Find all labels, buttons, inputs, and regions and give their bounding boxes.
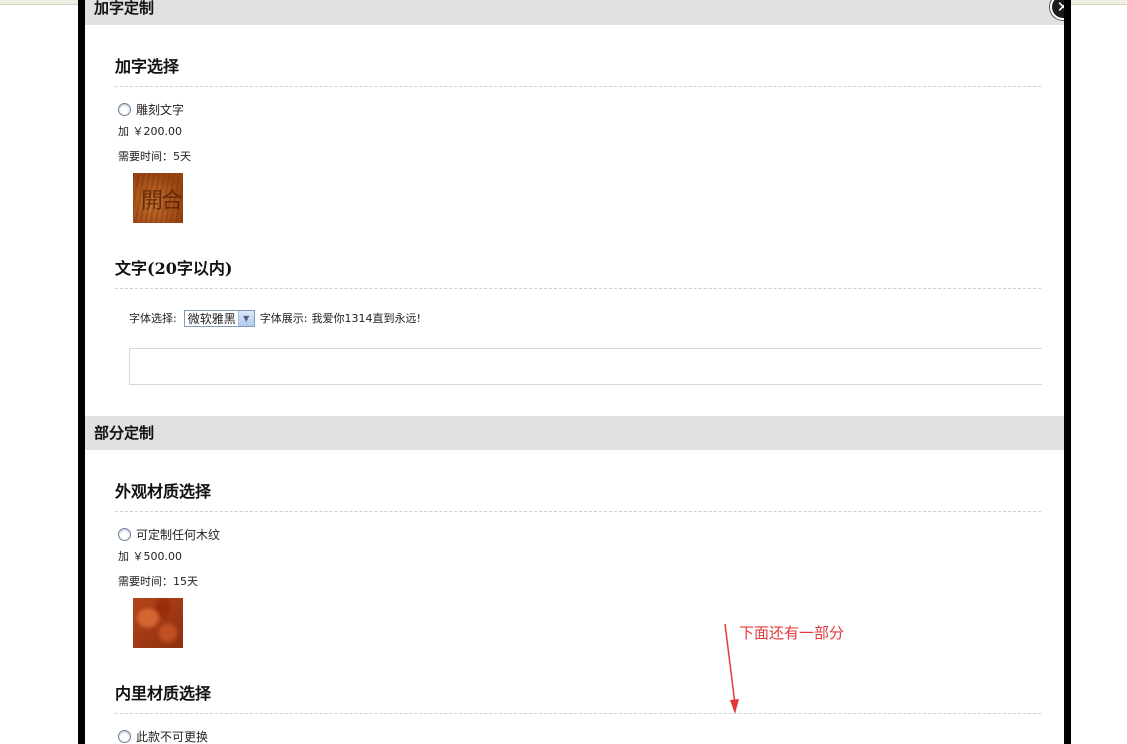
font-row: 字体选择: 微软雅黑 ▼ 字体展示: 我爱你1314直到永远! [129, 309, 421, 327]
interior-material-radio[interactable] [118, 730, 131, 743]
wood-grain-sample-image [133, 598, 183, 648]
section-header-label: 部分定制 [94, 424, 155, 442]
divider [115, 713, 1041, 714]
exterior-material-option-label: 可定制任何木纹 [136, 528, 221, 542]
exterior-material-radio[interactable] [118, 528, 131, 541]
annotation-text: 下面还有一部分 [739, 624, 845, 642]
close-icon: ✕ [1056, 0, 1070, 16]
engrave-sample-carving: 開合 [141, 189, 183, 214]
engrave-text-option[interactable]: 雕刻文字 [118, 101, 184, 118]
interior-material-option[interactable]: 此款不可更换 [118, 728, 208, 744]
engrave-choice-title: 加字选择 [115, 57, 180, 76]
interior-material-option-label: 此款不可更换 [136, 730, 209, 744]
exterior-material-title: 外观材质选择 [115, 482, 212, 501]
font-select[interactable]: 微软雅黑 ▼ [183, 309, 255, 327]
divider [115, 511, 1041, 512]
section-header-engrave-custom: 加字定制 [85, 0, 1064, 25]
interior-material-title: 内里材质选择 [115, 684, 212, 703]
exterior-price: 加 ￥500.00 [118, 550, 182, 563]
customization-dialog: 加字定制 ✕ 加字选择 雕刻文字 加 ￥200.00 需要时间：5天 開合 文字… [78, 0, 1071, 744]
exterior-time: 需要时间：15天 [118, 575, 198, 588]
engrave-text-radio[interactable] [118, 103, 131, 116]
exterior-material-option[interactable]: 可定制任何木纹 [118, 526, 220, 543]
font-preview-text: 我爱你1314直到永远! [311, 312, 421, 325]
section-header-parts-custom: 部分定制 [85, 416, 1064, 450]
engrave-text-input[interactable] [129, 348, 1042, 385]
engrave-price: 加 ￥200.00 [118, 125, 182, 138]
chevron-down-icon[interactable]: ▼ [237, 310, 254, 326]
text-input-title: 文字(20字以内) [115, 259, 233, 278]
divider [115, 86, 1041, 87]
engrave-text-option-label: 雕刻文字 [136, 103, 185, 117]
font-select-value: 微软雅黑 [187, 311, 236, 326]
engrave-sample-image: 開合 [133, 173, 183, 223]
section-header-label: 加字定制 [94, 0, 155, 17]
font-select-label: 字体选择: [129, 312, 177, 325]
divider [115, 288, 1041, 289]
annotation-arrow [724, 623, 739, 714]
font-preview-label: 字体展示: [259, 312, 308, 325]
engrave-time: 需要时间：5天 [118, 150, 191, 163]
